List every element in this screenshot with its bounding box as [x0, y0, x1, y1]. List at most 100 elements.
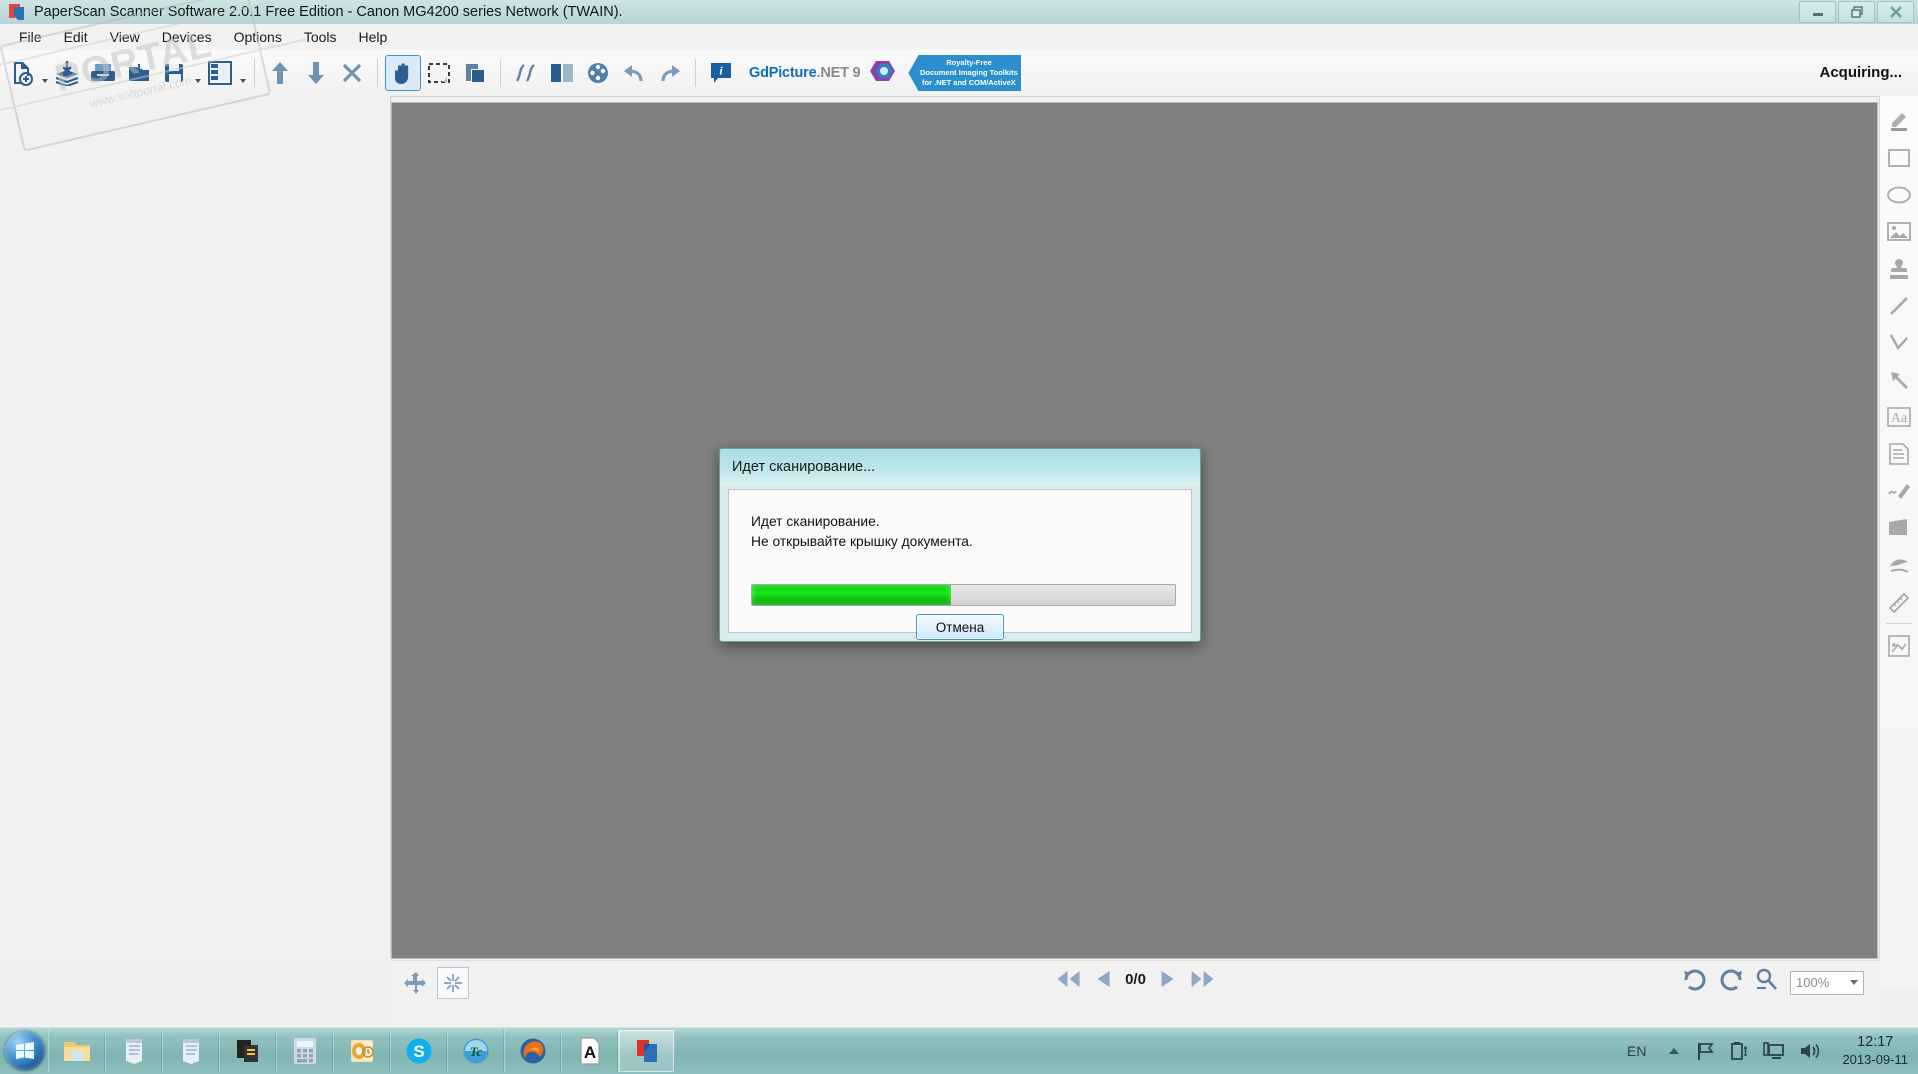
taskbar-item-font-viewer[interactable]: A: [561, 1030, 618, 1072]
toolbar-divider-2: [377, 59, 378, 87]
color-palette-icon[interactable]: [580, 54, 616, 92]
minimize-button[interactable]: [1799, 1, 1836, 23]
highlighter-tool-icon[interactable]: [1882, 102, 1916, 139]
menu-view[interactable]: View: [99, 26, 151, 48]
taskbar-item-skype[interactable]: S: [390, 1030, 447, 1072]
volume-icon[interactable]: [1799, 1041, 1821, 1061]
fit-actual-size-icon[interactable]: [437, 967, 469, 999]
rectangle-select-tool-icon[interactable]: [421, 54, 457, 92]
rotate-left-icon[interactable]: [1682, 968, 1708, 997]
color-detection-icon[interactable]: [544, 54, 580, 92]
scanner-settings-icon[interactable]: [85, 54, 121, 92]
main-toolbar: i GdPicture.NET 9 Royalty-Free Document …: [0, 50, 1918, 97]
toolbar-divider-4: [695, 59, 696, 87]
menu-edit[interactable]: Edit: [53, 26, 99, 48]
chevron-up-icon[interactable]: [1667, 1046, 1681, 1056]
menu-tools[interactable]: Tools: [293, 26, 348, 48]
tray-clock[interactable]: 12:17 2013-09-11: [1842, 1034, 1908, 1068]
deskew-icon[interactable]: [508, 54, 544, 92]
taskbar-item-explorer[interactable]: [48, 1030, 105, 1072]
about-info-icon[interactable]: i: [703, 54, 739, 92]
svg-text:Tc: Tc: [469, 1044, 482, 1059]
window-controls: [1799, 1, 1914, 23]
move-down-icon[interactable]: [298, 54, 334, 92]
fit-page-icon[interactable]: [401, 968, 431, 998]
battery-icon[interactable]: [1729, 1041, 1749, 1061]
acquire-batch-icon[interactable]: [49, 54, 85, 92]
menu-options[interactable]: Options: [223, 26, 293, 48]
thumbnail-panel-caret-icon[interactable]: [238, 54, 247, 92]
svg-text:S: S: [413, 1042, 424, 1061]
text-tool-icon[interactable]: Aa: [1882, 398, 1916, 435]
system-tray: EN 12:17 2013-09-11: [1627, 1028, 1918, 1074]
flag-icon[interactable]: [1695, 1041, 1715, 1061]
previous-page-icon[interactable]: [1095, 969, 1111, 989]
taskbar-item-document[interactable]: [219, 1030, 276, 1072]
polyline-tool-icon[interactable]: [1882, 324, 1916, 361]
move-up-icon[interactable]: [262, 54, 298, 92]
restore-button[interactable]: [1838, 1, 1875, 23]
menu-file[interactable]: File: [8, 26, 53, 48]
redo-icon[interactable]: [652, 54, 688, 92]
undo-icon[interactable]: [616, 54, 652, 92]
scan-progress-bar: [751, 584, 1176, 606]
menu-devices[interactable]: Devices: [151, 26, 223, 48]
close-button[interactable]: [1877, 1, 1914, 23]
taskbar-item-paperscan[interactable]: [618, 1030, 675, 1072]
taskbar-item-notepad-2[interactable]: [162, 1030, 219, 1072]
freehand-tool-icon[interactable]: [1882, 472, 1916, 509]
chevron-down-icon[interactable]: [1850, 980, 1858, 985]
polygon-tool-icon[interactable]: [1882, 509, 1916, 546]
arrow-tool-icon[interactable]: [1882, 361, 1916, 398]
paperscan-icon: [6, 3, 28, 21]
import-file-icon[interactable]: [121, 54, 157, 92]
svg-text:Aa: Aa: [1891, 411, 1908, 426]
zoom-level-combobox[interactable]: 100%: [1790, 970, 1864, 995]
thumbnail-panel-icon[interactable]: [202, 54, 238, 92]
toolbar-divider-3: [500, 59, 501, 87]
thumbnail-panel[interactable]: [0, 96, 391, 958]
tray-language-indicator[interactable]: EN: [1627, 1043, 1646, 1059]
new-document-caret-icon[interactable]: [40, 54, 49, 92]
taskbar-item-calculator[interactable]: [276, 1030, 333, 1072]
ellipse-tool-icon[interactable]: [1882, 176, 1916, 213]
save-document-icon[interactable]: [157, 54, 193, 92]
region-snapshot-tool-icon[interactable]: [1882, 627, 1916, 664]
taskbar-item-notepad-1[interactable]: [105, 1030, 162, 1072]
gdpicture-banner: Royalty-Free Document Imaging Toolkits f…: [908, 55, 1022, 91]
ruler-tool-icon[interactable]: [1882, 583, 1916, 620]
embedded-image-tool-icon[interactable]: [1882, 213, 1916, 250]
tray-date: 2013-09-11: [1842, 1052, 1908, 1067]
line-tool-icon[interactable]: [1882, 287, 1916, 324]
banner-line-2: Document Imaging Toolkits: [920, 68, 1018, 77]
start-orb-icon[interactable]: [2, 1030, 48, 1072]
new-document-icon[interactable]: [4, 54, 40, 92]
cancel-button[interactable]: Отмена: [916, 614, 1004, 640]
taskbar-item-total-commander[interactable]: Tc: [447, 1030, 504, 1072]
sticky-note-tool-icon[interactable]: [1882, 435, 1916, 472]
save-document-caret-icon[interactable]: [193, 54, 202, 92]
scanning-dialog: Идет сканирование... Идет сканирование. …: [719, 448, 1201, 642]
svg-text:A: A: [583, 1043, 595, 1062]
next-page-icon[interactable]: [1160, 969, 1176, 989]
gdpicture-brand-suffix: .NET 9: [816, 65, 861, 81]
crop-tool-icon[interactable]: [457, 54, 493, 92]
rectangle-tool-icon[interactable]: [1882, 139, 1916, 176]
menu-help[interactable]: Help: [348, 26, 399, 48]
taskbar-item-outlook[interactable]: [333, 1030, 390, 1072]
ink-tool-icon[interactable]: [1882, 546, 1916, 583]
rotate-right-icon[interactable]: [1718, 968, 1744, 997]
taskbar-item-firefox[interactable]: [504, 1030, 561, 1072]
zoom-magnifier-icon[interactable]: [1754, 968, 1780, 997]
last-page-icon[interactable]: [1190, 969, 1216, 989]
delete-page-icon[interactable]: [334, 54, 370, 92]
first-page-icon[interactable]: [1055, 969, 1081, 989]
pan-hand-tool-icon[interactable]: [385, 55, 421, 91]
rubber-stamp-tool-icon[interactable]: [1882, 250, 1916, 287]
page-navigation: 0/0: [1055, 969, 1216, 989]
toolstrip-divider: [1886, 623, 1912, 624]
windows-taskbar: S Tc A EN 12:17 2013-09-11: [0, 1027, 1918, 1074]
tray-time: 12:17: [1857, 1034, 1894, 1050]
dialog-title: Идет сканирование...: [732, 459, 876, 475]
network-icon[interactable]: [1763, 1041, 1785, 1061]
